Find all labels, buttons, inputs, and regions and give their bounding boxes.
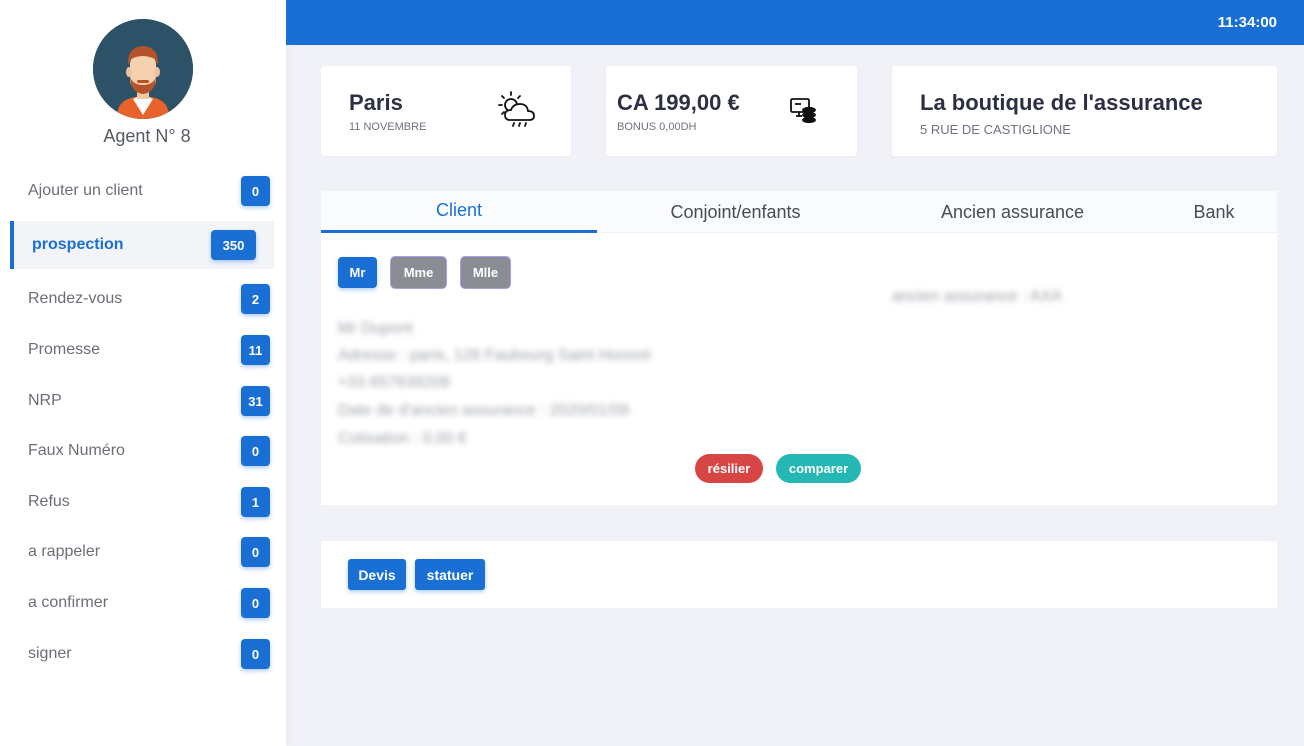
shop-name: La boutique de l'assurance [920,90,1203,115]
client-details-panel: Client Conjoint/enfants Ancien assurance… [321,191,1277,505]
sidebar-item-label: Faux Numéro [28,442,125,459]
agent-name: Agent N° 8 [103,126,191,146]
client-contribution: Cotisation : 0,00 € [338,430,467,447]
action-panel: Devis statuer [321,541,1277,608]
sidebar: Agent N° 8 Ajouter un client 0 prospecti… [0,0,286,746]
sidebar-item-label: a confirmer [28,594,109,611]
agent-avatar-illustration [93,19,193,119]
shop-address: 5 RUE DE CASTIGLIONE [920,122,1071,137]
count-badge: 0 [241,537,270,567]
sidebar-item-prospection[interactable]: prospection 350 [10,221,274,269]
sidebar-item-ajouter-client[interactable]: Ajouter un client 0 [10,167,274,215]
sidebar-item-faux-numero[interactable]: Faux Numéro 0 [10,427,274,475]
agent-avatar [93,19,193,119]
count-badge: 0 [241,588,270,618]
count-badge: 31 [241,386,270,416]
weather-partly-cloudy-rain-icon [492,85,542,135]
sidebar-item-a-confirmer[interactable]: a confirmer 0 [10,579,274,627]
finance-monitor-coins-icon [778,85,828,135]
resilier-button[interactable]: résilier [695,454,763,483]
revenue-amount: CA 199,00 € [617,90,740,115]
client-name: Mr Dupont [338,320,413,337]
devis-button[interactable]: Devis [348,559,406,590]
sidebar-item-refus[interactable]: Refus 1 [10,478,274,526]
sidebar-item-label: Ajouter un client [28,182,143,199]
city-name: Paris [349,90,403,115]
tab-client[interactable]: Client [321,191,597,233]
count-badge: 11 [241,335,270,365]
count-badge: 0 [241,176,270,206]
sidebar-item-rendez-vous[interactable]: Rendez-vous 2 [10,275,274,323]
sidebar-item-nrp[interactable]: NRP 31 [10,377,274,425]
count-badge: 2 [241,284,270,314]
sidebar-item-label: Refus [28,493,70,510]
client-phone: +33 657839208 [338,374,450,391]
clock: 11:34:00 [1217,14,1277,31]
civility-mlle-button[interactable]: Mlle [461,257,510,288]
civility-mme-button[interactable]: Mme [391,257,446,288]
tab-strip: Client Conjoint/enfants Ancien assurance… [321,191,1277,233]
civility-mr-button[interactable]: Mr [338,257,377,288]
sidebar-item-promesse[interactable]: Promesse 11 [10,326,274,374]
client-address: Adresse : paris, 128 Faubourg Saint Hono… [338,347,652,364]
bonus-label: BONUS 0,00DH [617,121,697,133]
tab-ancien-assurance[interactable]: Ancien assurance [874,191,1151,233]
old-insurance-date: Date de d'ancien assurance : 2020/01/09 [338,402,630,419]
count-badge: 350 [211,230,256,260]
tab-bank[interactable]: Bank [1151,191,1277,233]
sidebar-item-label: Rendez-vous [28,290,123,307]
statuer-button[interactable]: statuer [415,559,485,590]
count-badge: 0 [241,639,270,669]
shop-card: La boutique de l'assurance 5 RUE DE CAST… [892,66,1277,156]
weather-card: Paris 11 NOVEMBRE [321,66,571,156]
sidebar-item-label: NRP [28,392,62,409]
revenue-card: CA 199,00 € BONUS 0,00DH [606,66,857,156]
count-badge: 0 [241,436,270,466]
count-badge: 1 [241,487,270,517]
sidebar-item-label: signer [28,645,72,662]
sidebar-item-a-rappeler[interactable]: a rappeler 0 [10,528,274,576]
top-bar: 11:34:00 [286,0,1304,45]
sidebar-item-label: a rappeler [28,543,101,560]
tab-conjoint-enfants[interactable]: Conjoint/enfants [597,191,874,233]
sidebar-item-label: Promesse [28,341,101,358]
comparer-button[interactable]: comparer [776,454,861,483]
previous-insurance: ancien assurance : AXA [892,288,1062,305]
sidebar-item-signer[interactable]: signer 0 [10,630,274,678]
date-label: 11 NOVEMBRE [349,121,427,133]
